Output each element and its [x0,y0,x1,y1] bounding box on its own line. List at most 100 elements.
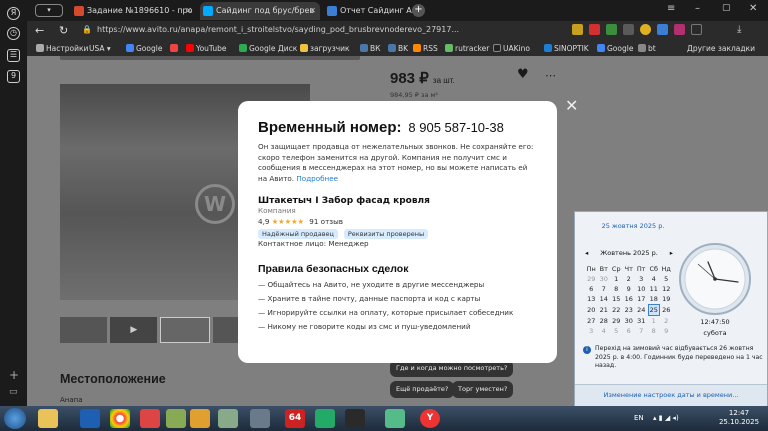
bookmark-item[interactable]: RSS [413,43,438,54]
calendar-day[interactable]: 11 [648,284,661,294]
panel-settings-icon[interactable]: ▭ [9,387,18,397]
more-link[interactable]: Подробнее [296,174,338,183]
calendar-day[interactable]: 3 [635,274,648,284]
calendar-day[interactable]: 4 [598,326,611,336]
calendar-day[interactable]: 2 [623,274,636,284]
app-icon[interactable] [315,409,335,428]
bookmarks-panel-icon[interactable]: ☰ [7,49,20,62]
bookmark-item[interactable]: YouTube [186,43,227,54]
extension-icon[interactable] [657,24,668,35]
bookmark-item[interactable]: загрузчик [300,43,350,54]
calendar-day[interactable]: 19 [660,294,673,304]
seller-name[interactable]: Штакетыч I Забор фасад кровля [258,196,537,206]
minimize-icon[interactable]: – [695,3,700,14]
calendar-day[interactable]: 29 [585,274,598,284]
url-field[interactable]: https://www.avito.ru/anapa/remont_i_stro… [97,25,477,34]
bookmark-item[interactable]: USA ▾ [87,43,111,54]
calendar-day[interactable]: 4 [648,274,661,284]
chrome-icon[interactable] [110,409,130,428]
tab-task[interactable]: Задание №1896610 - про ✕ [71,2,196,20]
calendar-day[interactable]: 22 [610,305,623,315]
clock[interactable]: 12:47 25.10.2025 [716,409,762,427]
calendar-day[interactable]: 3 [585,326,598,336]
calendar-day[interactable]: 6 [585,284,598,294]
close-modal-icon[interactable]: ✕ [565,96,578,115]
other-bookmarks[interactable]: Другие закладки [687,43,755,54]
tray-icons[interactable]: ▴ ▮ ◢ ◂) [653,414,679,422]
extension-icon[interactable] [572,24,583,35]
calendar-day[interactable]: 29 [610,316,623,326]
calendar-day[interactable]: 15 [610,294,623,304]
new-tab-button[interactable]: + [412,4,425,17]
explorer-icon[interactable] [38,409,58,428]
extension-icon[interactable] [589,24,600,35]
language-indicator[interactable]: EN [634,414,644,422]
calendar-day[interactable]: 8 [648,326,661,336]
calendar-day[interactable]: 30 [598,274,611,284]
calendar-day[interactable]: 9 [660,326,673,336]
calendar-day[interactable]: 16 [623,294,636,304]
tab-report[interactable]: Отчет Сайдинг Анапа.png [324,2,424,20]
history-icon[interactable]: ◷ [7,27,20,40]
calendar-day[interactable]: 14 [598,294,611,304]
calendar-day[interactable]: 9 [623,284,636,294]
calendar-day[interactable]: 23 [623,305,636,315]
calendar-day[interactable]: 1 [610,274,623,284]
bookmark-item[interactable]: UAKino [493,43,530,54]
calendar-day[interactable]: 8 [610,284,623,294]
next-month-icon[interactable]: ▸ [670,249,673,257]
app-icon[interactable] [345,409,365,428]
calendar-day[interactable]: 30 [623,316,636,326]
calendar-day[interactable]: 10 [635,284,648,294]
calendar-day[interactable]: 28 [598,316,611,326]
bookmark-item[interactable]: Google [126,43,162,54]
more-options-icon[interactable]: ⋯ [545,69,556,82]
app-icon[interactable] [80,409,100,428]
calendar-day[interactable]: 25 [647,304,660,316]
reload-icon[interactable]: ↻ [59,24,68,37]
calendar-day[interactable]: 17 [635,294,648,304]
app-icon[interactable] [140,409,160,428]
thumbnail[interactable] [60,317,108,343]
calendar-day[interactable]: 2 [660,316,673,326]
start-button[interactable] [4,408,26,429]
bookmark-item[interactable]: BK [388,43,408,54]
app-icon[interactable] [218,409,238,428]
app-icon[interactable] [250,409,270,428]
favorite-heart-icon[interactable]: ♥ [517,67,529,82]
bookmark-item[interactable]: rutracker [445,43,489,54]
close-tab-icon[interactable]: ✕ [309,2,316,20]
app-icon[interactable] [190,409,210,428]
calendar-day[interactable]: 24 [635,305,648,315]
thumbnail[interactable] [160,317,210,343]
yandex-browser-icon[interactable]: Y [420,409,440,428]
video-thumbnail[interactable]: ▶ [110,317,158,343]
tabs-menu-button[interactable]: ▾ [35,4,63,17]
app-icon[interactable] [166,409,186,428]
tab-count-icon[interactable]: 9 [7,70,20,83]
download-icon[interactable]: ⤓ [737,24,741,35]
phone-number[interactable]: 8 905 587-10-38 [408,120,503,135]
extension-icon[interactable] [606,24,617,35]
calendar-day[interactable]: 12 [660,284,673,294]
maximize-icon[interactable]: ▢ [722,3,731,13]
calendar-day[interactable]: 21 [598,305,611,315]
lock-icon[interactable]: 🔒 [82,25,92,34]
bookmark-item[interactable]: Google [597,43,633,54]
calendar-day[interactable]: 6 [623,326,636,336]
prev-month-icon[interactable]: ◂ [585,249,588,257]
calendar-day[interactable]: 20 [585,305,598,315]
calendar-day[interactable]: 31 [635,316,648,326]
calendar-day[interactable]: 5 [610,326,623,336]
bookmark-item[interactable]: Google Диск [239,43,297,54]
calendar-day[interactable]: 27 [585,316,598,326]
menu-icon[interactable]: ≡ [667,3,675,14]
back-arrow-icon[interactable]: ← [35,24,44,37]
bookmark-item[interactable]: SINOPTIK [544,43,589,54]
calendar-day[interactable]: 1 [648,316,661,326]
date-link[interactable]: 25 жовтня 2025 р. [575,222,691,230]
change-datetime-settings-link[interactable]: Изменение настроек даты и времени... [575,384,767,406]
calendar-day[interactable]: 13 [585,294,598,304]
calendar-day[interactable]: 7 [598,284,611,294]
quick-question-chip[interactable]: Ещё продаёте? [390,381,455,398]
